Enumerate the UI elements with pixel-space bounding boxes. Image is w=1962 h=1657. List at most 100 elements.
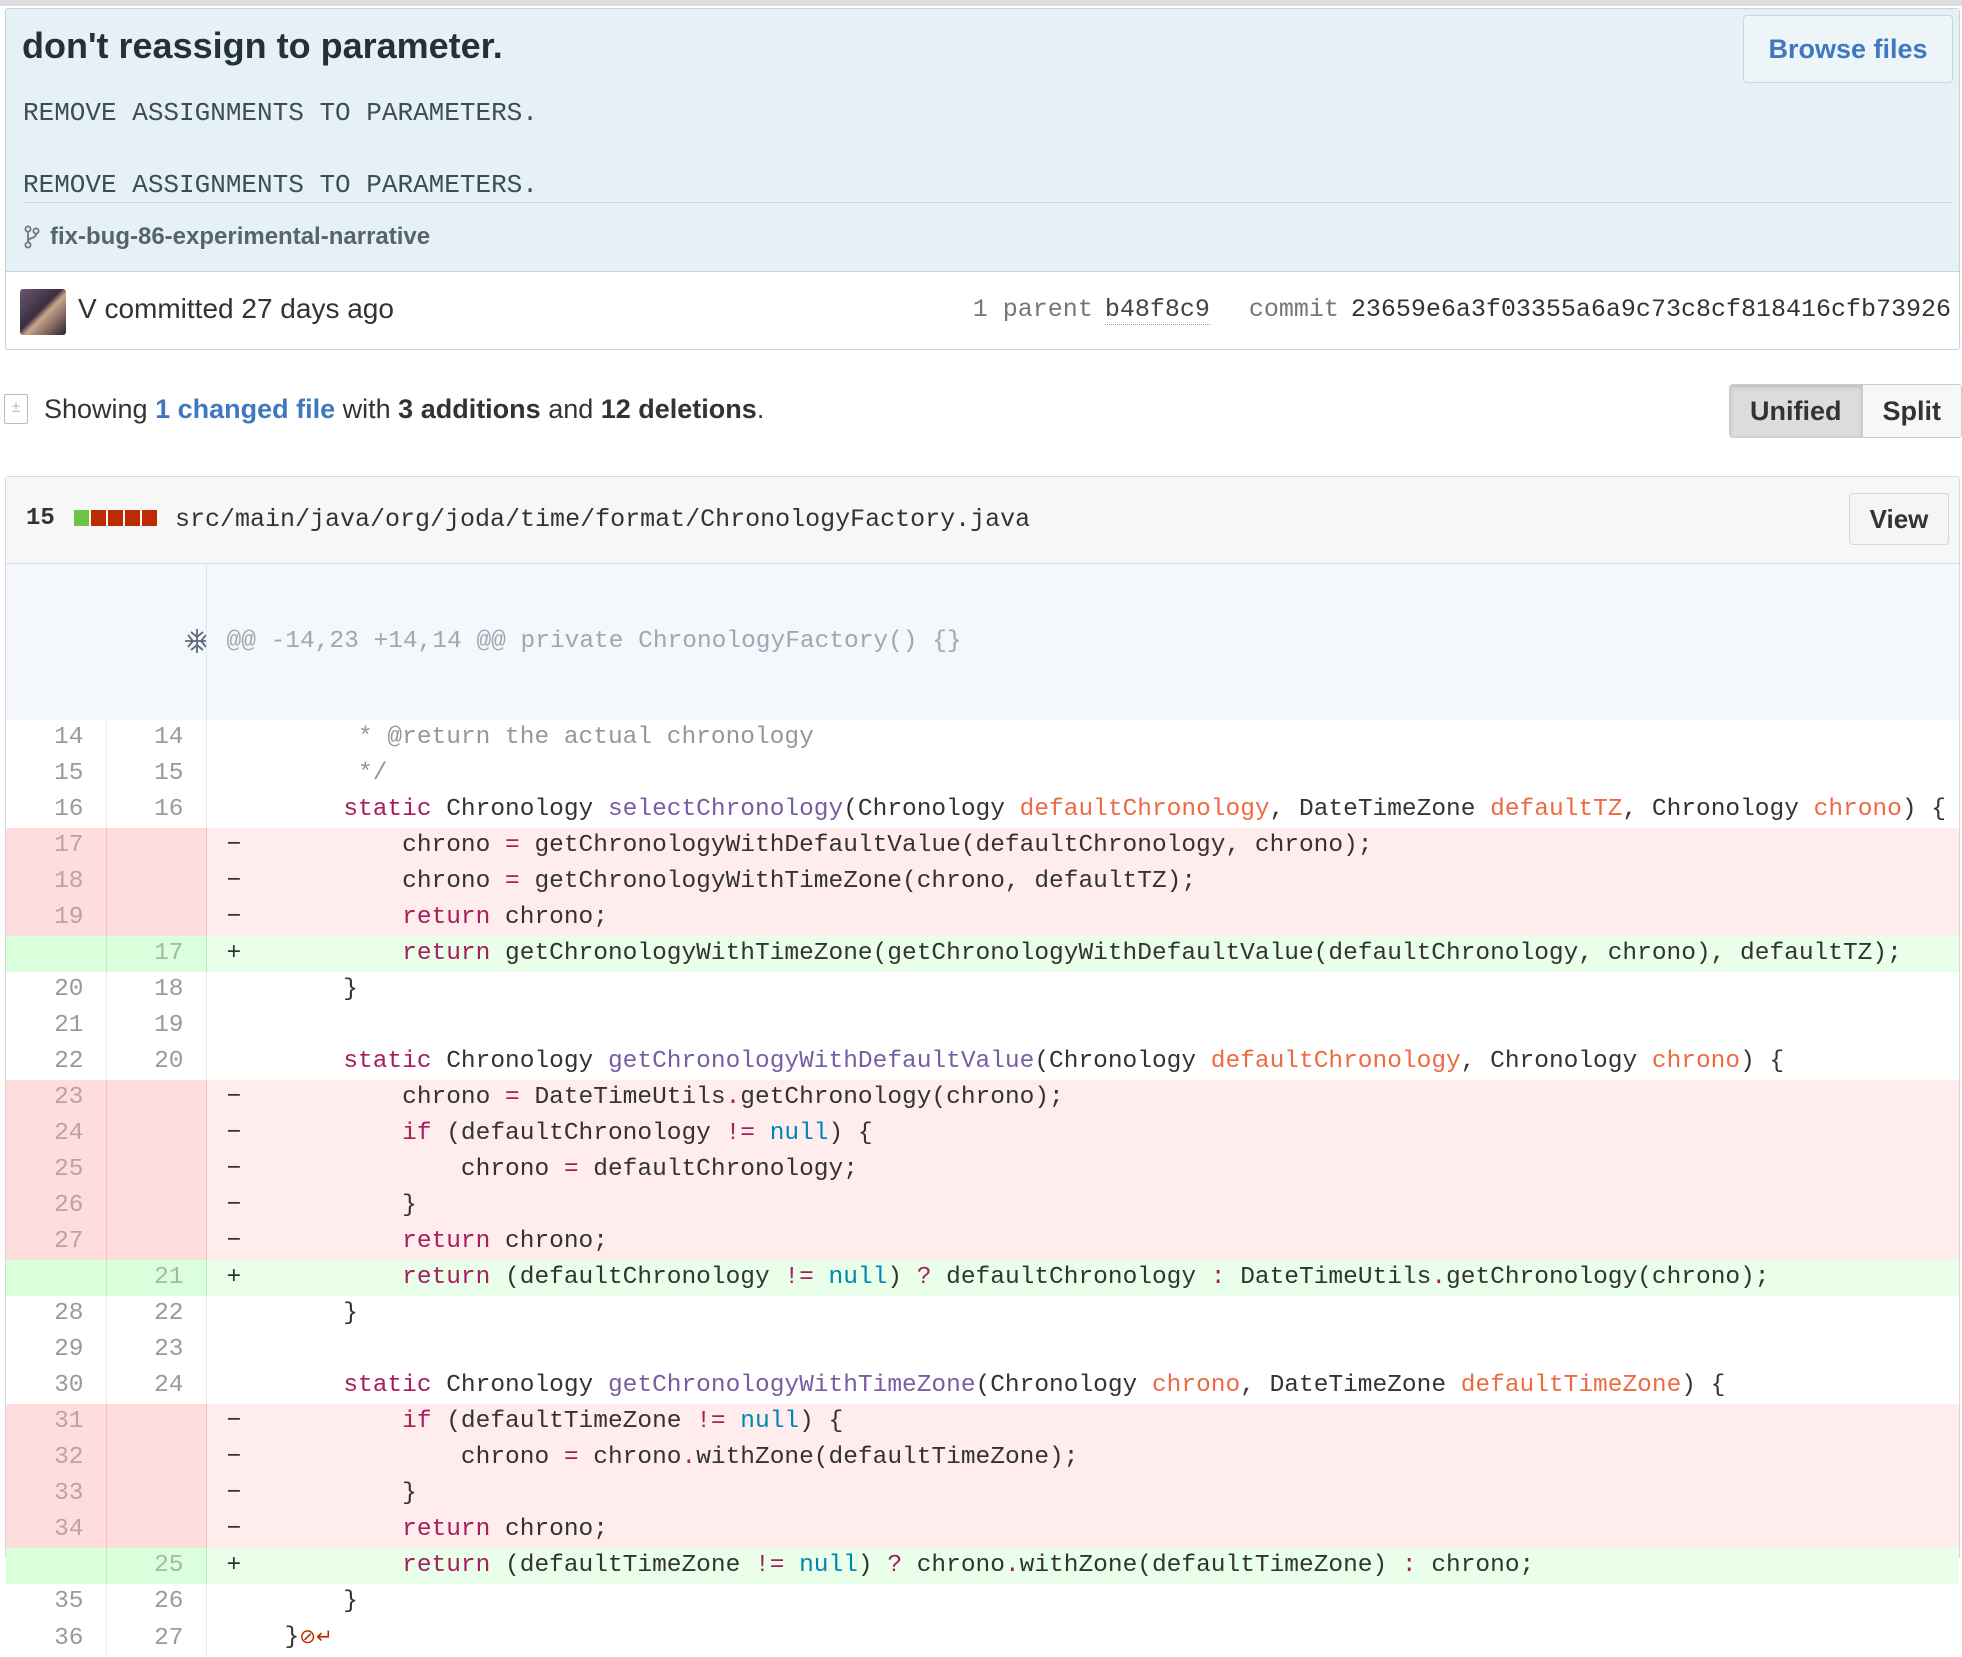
new-line-number[interactable]: 17 bbox=[106, 936, 207, 972]
context-row: 22 20 static Chronology getChronologyWith… bbox=[6, 1044, 1959, 1080]
expand-icon[interactable] bbox=[6, 564, 207, 720]
unified-button[interactable]: Unified bbox=[1730, 385, 1863, 437]
code-token: */ bbox=[358, 760, 388, 787]
additions-count: 3 additions bbox=[398, 394, 541, 424]
old-line-number[interactable]: 33 bbox=[6, 1476, 107, 1512]
old-line-number[interactable]: 27 bbox=[6, 1224, 107, 1260]
new-line-number[interactable] bbox=[106, 1404, 207, 1440]
avatar[interactable] bbox=[20, 289, 66, 335]
code-token: * @return the actual chronology bbox=[358, 724, 814, 751]
new-line-number[interactable]: 15 bbox=[106, 756, 207, 792]
code-line: − } bbox=[206, 1476, 1959, 1512]
new-line-number[interactable] bbox=[106, 1476, 207, 1512]
commit-header: don't reassign to parameter. REMOVE ASSI… bbox=[6, 9, 1959, 272]
browse-files-button[interactable]: Browse files bbox=[1743, 15, 1953, 83]
code-token: (defaultTimeZone bbox=[490, 1552, 755, 1579]
old-line-number[interactable] bbox=[6, 1260, 107, 1296]
new-line-number[interactable] bbox=[106, 1080, 207, 1116]
old-line-number[interactable]: 24 bbox=[6, 1116, 107, 1152]
old-line-number[interactable]: 26 bbox=[6, 1188, 107, 1224]
new-line-number[interactable]: 27 bbox=[106, 1620, 207, 1657]
new-line-number[interactable] bbox=[106, 1152, 207, 1188]
old-line-number[interactable]: 22 bbox=[6, 1044, 107, 1080]
branch-name[interactable]: fix-bug-86-experimental-narrative bbox=[50, 223, 430, 251]
old-line-number[interactable]: 21 bbox=[6, 1008, 107, 1044]
new-line-number[interactable]: 19 bbox=[106, 1008, 207, 1044]
context-row: 15 15 */ bbox=[6, 756, 1959, 792]
old-line-number[interactable]: 29 bbox=[6, 1332, 107, 1368]
old-line-number[interactable] bbox=[6, 936, 107, 972]
new-line-number[interactable]: 24 bbox=[106, 1368, 207, 1404]
diffstat-del-block bbox=[142, 510, 157, 526]
code-line: * @return the actual chronology bbox=[206, 720, 1959, 756]
old-line-number[interactable]: 14 bbox=[6, 720, 107, 756]
code-token: chrono bbox=[284, 832, 506, 859]
old-line-number[interactable]: 28 bbox=[6, 1296, 107, 1332]
new-line-number[interactable] bbox=[106, 1224, 207, 1260]
code-line: − chrono = getChronologyWithTimeZone(chr… bbox=[206, 864, 1959, 900]
code-token: : bbox=[1401, 1552, 1417, 1579]
file-header: 15 src/main/java/org/joda/time/format/Ch… bbox=[6, 477, 1959, 564]
plus-marker: + bbox=[226, 1552, 242, 1579]
deletion-row: 19 − return chrono; bbox=[6, 900, 1959, 936]
commit-description: REMOVE ASSIGNMENTS TO PARAMETERS. REMOVE… bbox=[23, 98, 538, 200]
old-line-number[interactable]: 15 bbox=[6, 756, 107, 792]
old-line-number[interactable]: 35 bbox=[6, 1584, 107, 1620]
new-line-number[interactable]: 18 bbox=[106, 972, 207, 1008]
new-line-number[interactable] bbox=[106, 1440, 207, 1476]
plus-marker: + bbox=[226, 940, 242, 967]
old-line-number[interactable]: 23 bbox=[6, 1080, 107, 1116]
new-line-number[interactable]: 14 bbox=[106, 720, 207, 756]
old-line-number[interactable]: 30 bbox=[6, 1368, 107, 1404]
old-line-number[interactable]: 31 bbox=[6, 1404, 107, 1440]
context-row: 29 23 bbox=[6, 1332, 1959, 1368]
changed-files-link[interactable]: 1 changed file bbox=[155, 394, 335, 424]
old-line-number[interactable]: 20 bbox=[6, 972, 107, 1008]
code-token: ) { bbox=[1681, 1372, 1726, 1399]
new-line-number[interactable] bbox=[106, 1512, 207, 1548]
parent-sha-link[interactable]: b48f8c9 bbox=[1104, 295, 1210, 325]
old-line-number[interactable]: 16 bbox=[6, 792, 107, 828]
new-line-number[interactable]: 26 bbox=[106, 1584, 207, 1620]
new-line-number[interactable] bbox=[106, 864, 207, 900]
old-line-number[interactable]: 36 bbox=[6, 1620, 107, 1657]
commit-meta: V committed 27 days ago 1 parent b48f8c9… bbox=[6, 271, 1959, 349]
context-row: 28 22 } bbox=[6, 1296, 1959, 1332]
context-marker bbox=[227, 1044, 285, 1080]
new-line-number[interactable] bbox=[106, 900, 207, 936]
new-line-number[interactable] bbox=[106, 1188, 207, 1224]
new-line-number[interactable] bbox=[106, 828, 207, 864]
file-path[interactable]: src/main/java/org/joda/time/format/Chron… bbox=[175, 505, 1030, 534]
old-line-number[interactable]: 32 bbox=[6, 1440, 107, 1476]
minus-marker: − bbox=[226, 1228, 242, 1255]
new-line-number[interactable]: 16 bbox=[106, 792, 207, 828]
code-token: } bbox=[284, 1624, 300, 1651]
new-line-number[interactable]: 22 bbox=[106, 1296, 207, 1332]
old-line-number[interactable]: 17 bbox=[6, 828, 107, 864]
new-line-number[interactable] bbox=[106, 1116, 207, 1152]
code-token: if bbox=[402, 1408, 432, 1435]
code-token: } bbox=[284, 976, 359, 1003]
code-line: − return chrono; bbox=[206, 1224, 1959, 1260]
old-line-number[interactable] bbox=[6, 1548, 107, 1584]
new-line-number[interactable]: 21 bbox=[106, 1260, 207, 1296]
old-line-number[interactable]: 34 bbox=[6, 1512, 107, 1548]
old-line-number[interactable]: 25 bbox=[6, 1152, 107, 1188]
code-token: withZone(defaultTimeZone) bbox=[1019, 1552, 1402, 1579]
new-line-number[interactable]: 20 bbox=[106, 1044, 207, 1080]
new-line-number[interactable]: 23 bbox=[106, 1332, 207, 1368]
minus-marker: − bbox=[226, 1408, 242, 1435]
old-line-number[interactable]: 19 bbox=[6, 900, 107, 936]
split-button[interactable]: Split bbox=[1862, 385, 1961, 437]
parent-label: 1 parent bbox=[972, 295, 1093, 324]
new-line-number[interactable]: 25 bbox=[106, 1548, 207, 1584]
view-file-button[interactable]: View bbox=[1849, 493, 1949, 545]
code-token: chrono bbox=[578, 1444, 682, 1471]
code-token: chrono bbox=[284, 1084, 506, 1111]
diffstat-del-block bbox=[125, 510, 140, 526]
old-line-number[interactable]: 18 bbox=[6, 864, 107, 900]
